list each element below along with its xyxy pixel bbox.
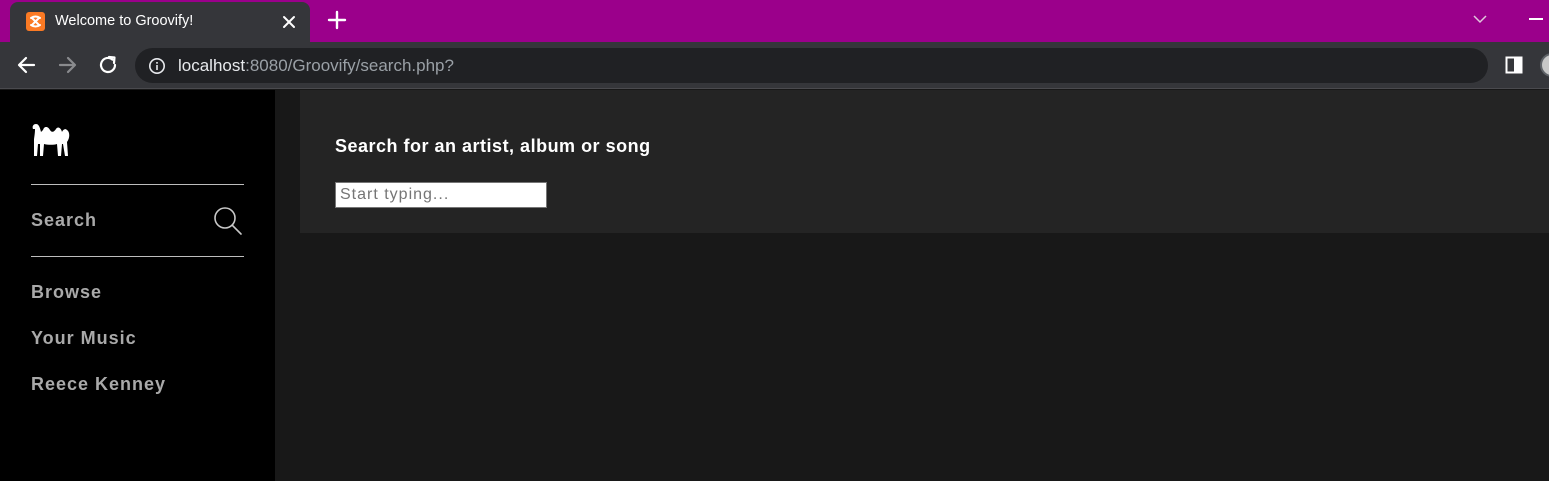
url-host: localhost — [178, 56, 246, 75]
camel-icon[interactable] — [30, 120, 74, 160]
url-path: :8080/Groovify/search.php? — [245, 56, 454, 75]
reload-icon[interactable] — [97, 54, 119, 76]
tab-title: Welcome to Groovify! — [55, 13, 194, 29]
search-heading: Search for an artist, album or song — [335, 136, 651, 156]
forward-arrow-icon[interactable] — [56, 54, 78, 76]
page: Search Browse Your Music Reece Kenney Se… — [0, 90, 1549, 481]
side-panel-icon[interactable] — [1505, 56, 1523, 74]
sidebar-item-search[interactable]: Search — [31, 210, 97, 231]
browser-toolbar: localhost:8080/Groovify/search.php? — [0, 42, 1549, 89]
profile-avatar[interactable] — [1540, 53, 1549, 77]
sidebar-item-your-music[interactable]: Your Music — [31, 328, 137, 349]
sidebar-item-browse[interactable]: Browse — [31, 282, 102, 303]
sidebar: Search Browse Your Music Reece Kenney — [0, 90, 275, 481]
minimize-icon[interactable] — [1529, 18, 1543, 20]
info-icon[interactable] — [148, 57, 166, 75]
url-text[interactable]: localhost:8080/Groovify/search.php? — [178, 56, 454, 76]
new-tab-icon[interactable] — [327, 10, 347, 30]
back-arrow-icon[interactable] — [16, 54, 38, 76]
address-bar[interactable]: localhost:8080/Groovify/search.php? — [135, 48, 1488, 83]
chevron-down-icon[interactable] — [1472, 12, 1488, 26]
search-icon[interactable] — [213, 206, 243, 236]
xampp-favicon-icon — [26, 12, 45, 31]
sidebar-divider-bottom — [31, 256, 244, 257]
browser-tab-strip: Welcome to Groovify! — [0, 0, 1549, 42]
search-panel: Search for an artist, album or song — [300, 90, 1549, 233]
browser-tab[interactable]: Welcome to Groovify! — [10, 2, 310, 42]
tab-close-icon[interactable] — [280, 13, 298, 31]
search-input[interactable] — [335, 182, 547, 208]
sidebar-divider-top — [31, 184, 244, 185]
sidebar-item-profile[interactable]: Reece Kenney — [31, 374, 166, 395]
